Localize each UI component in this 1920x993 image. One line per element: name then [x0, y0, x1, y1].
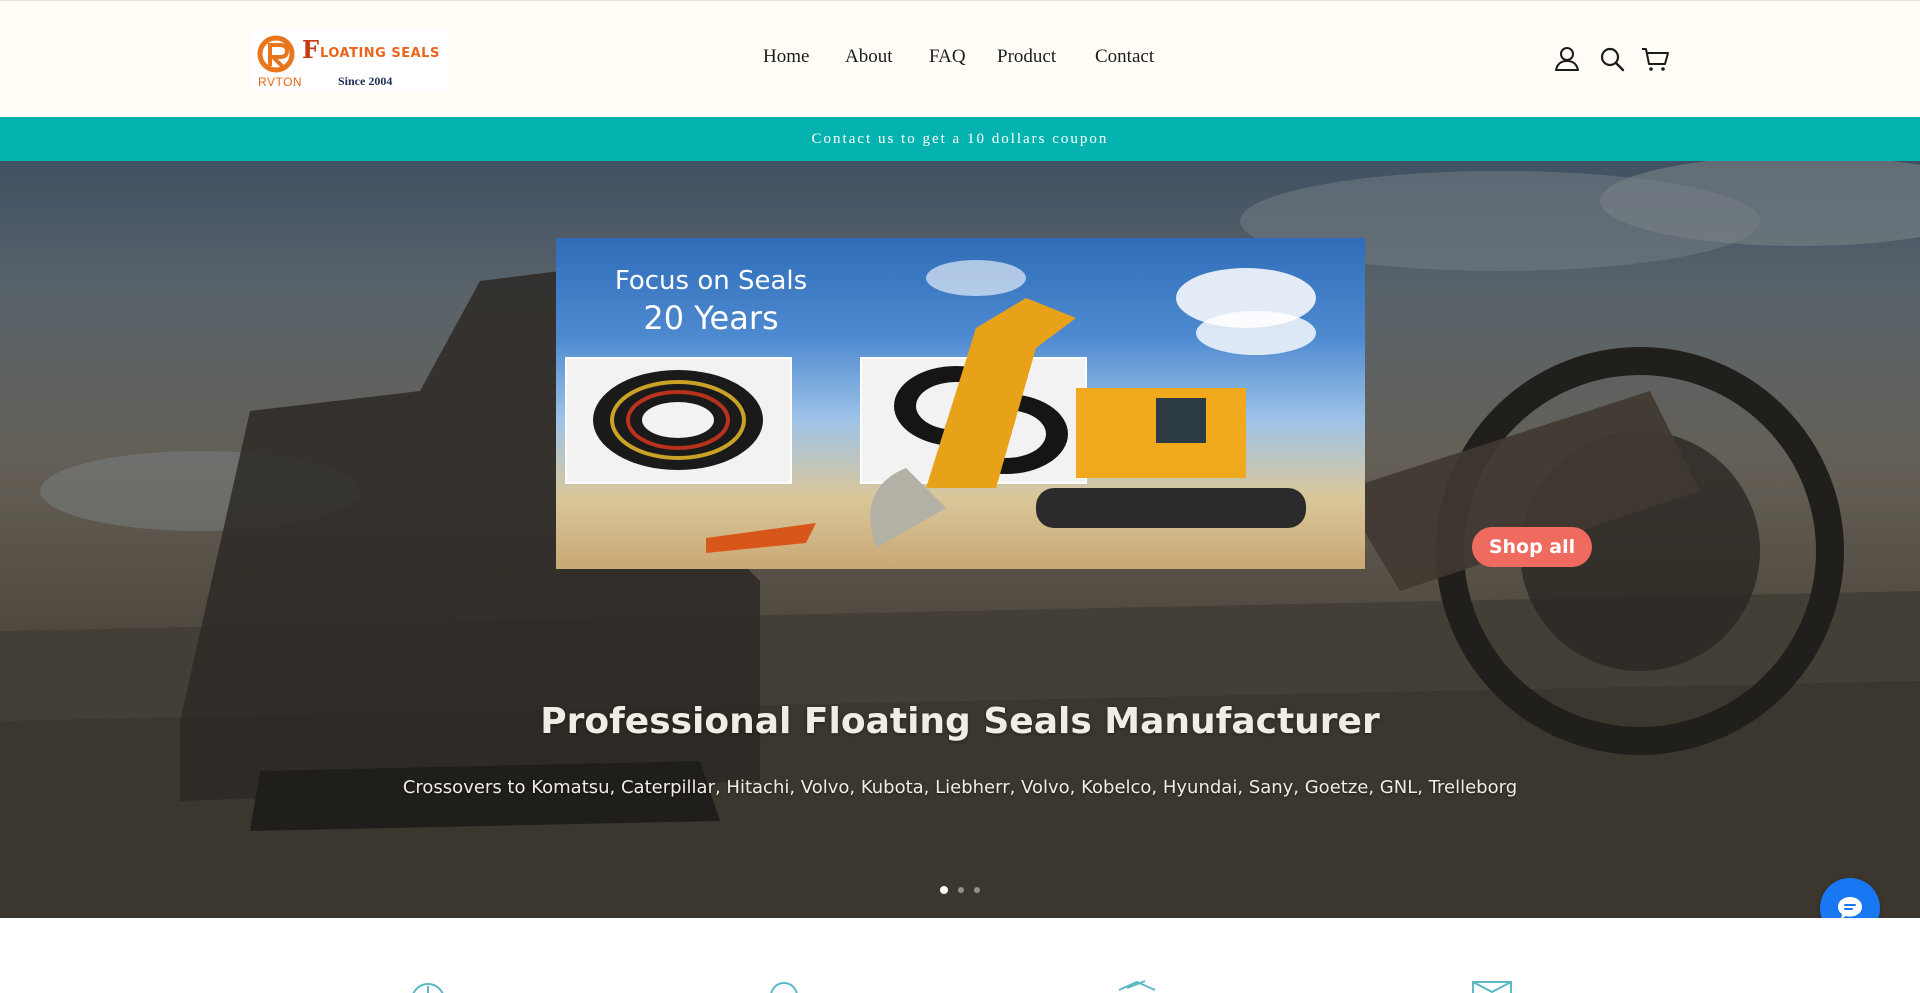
- slide-dot-1[interactable]: [940, 886, 948, 894]
- slide-dot-2[interactable]: [958, 887, 964, 893]
- announcement-bar[interactable]: Contact us to get a 10 dollars coupon: [0, 117, 1920, 161]
- location-icon: [770, 982, 798, 993]
- shop-all-button[interactable]: Shop all: [1472, 527, 1592, 567]
- promo-banner[interactable]: Focus on Seals 20 Years: [556, 238, 1365, 569]
- promo-title: Focus on Seals 20 Years: [556, 264, 866, 338]
- cart-icon[interactable]: [1640, 44, 1670, 74]
- hero-slideshow: Focus on Seals 20 Years Shop all Profess…: [0, 161, 1920, 918]
- box-icon: [1118, 980, 1156, 991]
- announcement-text: Contact us to get a 10 dollars coupon: [811, 131, 1109, 147]
- hero-subtitle: Crossovers to Komatsu, Caterpillar, Hita…: [402, 777, 1518, 798]
- slide-dot-3[interactable]: [974, 887, 980, 893]
- main-nav: Home About FAQ Product Contact: [0, 46, 1920, 70]
- logo-since: Since 2004: [338, 74, 393, 88]
- nav-faq[interactable]: FAQ: [929, 46, 966, 68]
- nav-contact[interactable]: Contact: [1095, 46, 1154, 68]
- slideshow-dots: [938, 886, 982, 896]
- nav-about[interactable]: About: [845, 46, 893, 68]
- logo-brand: RVTON: [258, 75, 303, 89]
- mail-icon: [1472, 981, 1512, 993]
- site-header: F LOATING SEALS RVTON Since 2004 Home Ab…: [0, 0, 1920, 117]
- features-row: [0, 918, 1920, 993]
- promo-line-2: 20 Years: [643, 299, 779, 337]
- account-icon[interactable]: [1552, 44, 1582, 74]
- nav-product[interactable]: Product: [997, 46, 1056, 68]
- hero-title: Professional Floating Seals Manufacturer: [540, 701, 1380, 742]
- promo-line-1: Focus on Seals: [614, 266, 808, 296]
- nav-home[interactable]: Home: [763, 46, 809, 68]
- info-icon: [412, 983, 444, 993]
- search-icon[interactable]: [1597, 44, 1627, 74]
